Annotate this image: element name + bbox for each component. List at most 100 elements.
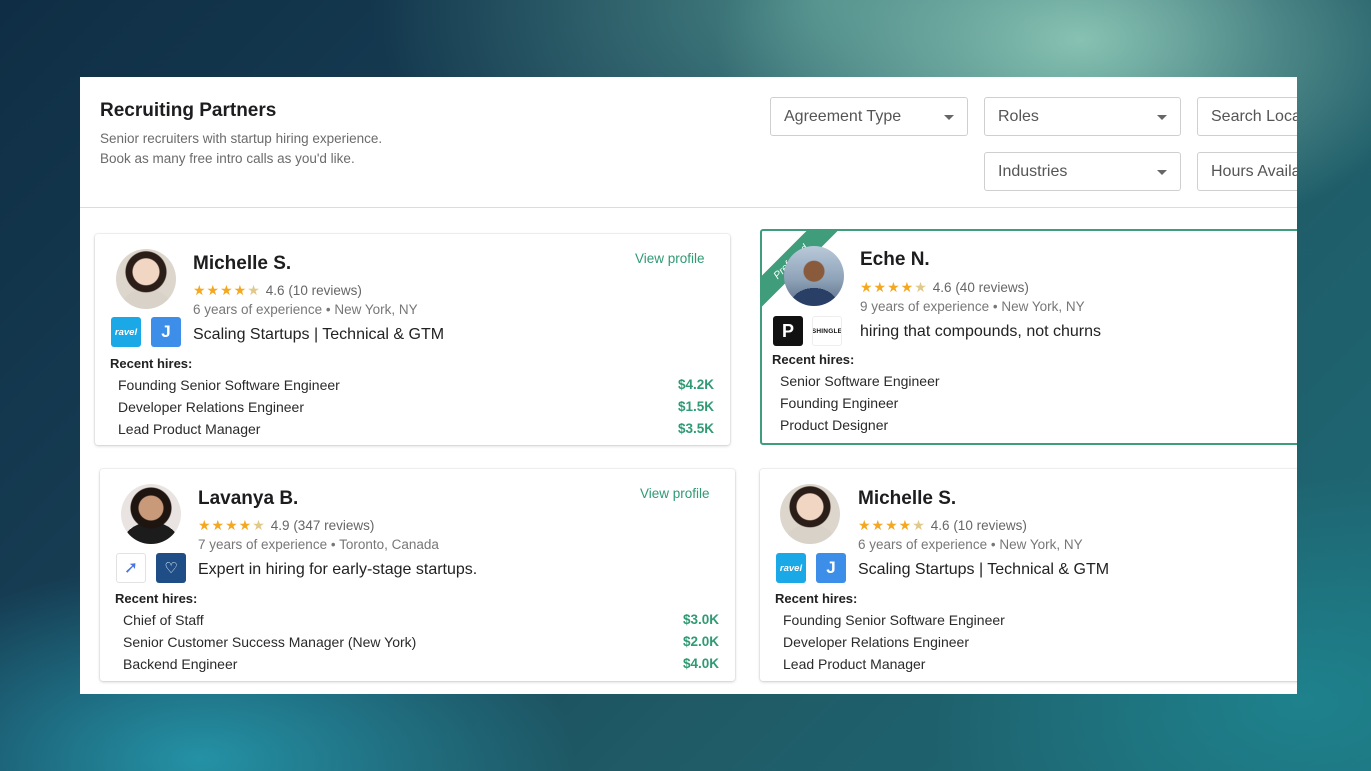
hours-available-dropdown[interactable]: Hours Availa: [1197, 152, 1297, 191]
hire-role: Founding Engineer: [780, 395, 899, 411]
page-header: Recruiting Partners Senior recruiters wi…: [80, 77, 1297, 208]
hire-row: Lead Product Manager $3.5K: [118, 421, 714, 437]
view-profile-link[interactable]: View profile: [635, 251, 705, 266]
chevron-down-icon: [1157, 115, 1167, 120]
hire-role: Founding Senior Software Engineer: [118, 377, 340, 393]
roles-dropdown[interactable]: Roles: [984, 97, 1181, 136]
recruiter-card[interactable]: Michelle S. ★★★★★ 4.6 (10 reviews) 6 yea…: [760, 469, 1297, 681]
hire-row: Developer Relations Engineer: [783, 634, 1183, 650]
hire-row: Lead Product Manager: [783, 656, 1183, 672]
star-rating-icon: ★★★★★: [858, 517, 926, 533]
recruiting-partners-panel: Recruiting Partners Senior recruiters wi…: [80, 77, 1297, 694]
peloton-logo-icon: P: [773, 316, 803, 346]
shingle-logo-icon: SHINGLE: [812, 316, 842, 346]
hire-row: Senior Customer Success Manager (New Yor…: [123, 634, 719, 650]
star-rating-icon: ★★★★★: [198, 517, 266, 533]
recent-hires-label: Recent hires:: [110, 356, 193, 371]
experience-location: 9 years of experience • New York, NY: [860, 299, 1085, 314]
search-location-input[interactable]: Search Loca: [1197, 97, 1297, 136]
arrow-logo-icon: ➚: [116, 553, 146, 583]
hire-role: Developer Relations Engineer: [783, 634, 969, 650]
industries-dropdown[interactable]: Industries: [984, 152, 1181, 191]
industries-label: Industries: [998, 162, 1068, 180]
tagline: Scaling Startups | Technical & GTM: [858, 561, 1110, 578]
hire-row: Senior Software Engineer: [780, 373, 1180, 389]
search-location-placeholder: Search Loca: [1211, 107, 1297, 125]
rating-row: ★★★★★ 4.9 (347 reviews): [198, 517, 374, 534]
rating-row: ★★★★★ 4.6 (10 reviews): [193, 282, 362, 299]
location: New York, NY: [1001, 299, 1085, 314]
experience-location: 7 years of experience • Toronto, Canada: [198, 537, 439, 552]
hire-role: Developer Relations Engineer: [118, 399, 304, 415]
recent-hires-label: Recent hires:: [115, 591, 198, 606]
avatar: [780, 484, 840, 544]
hire-row: Founding Engineer: [780, 395, 1180, 411]
review-count: (10 reviews): [953, 518, 1027, 533]
experience-location: 6 years of experience • New York, NY: [193, 302, 418, 317]
view-profile-link[interactable]: View profile: [640, 486, 710, 501]
hire-role: Lead Product Manager: [783, 656, 926, 672]
rating-row: ★★★★★ 4.6 (40 reviews): [860, 279, 1029, 296]
recruiter-name: Lavanya B.: [198, 488, 299, 509]
avatar: [121, 484, 181, 544]
recruiter-card[interactable]: Lavanya B. ★★★★★ 4.9 (347 reviews) 7 yea…: [100, 469, 735, 681]
chevron-down-icon: [1157, 170, 1167, 175]
rating-value: 4.6: [930, 518, 950, 533]
recent-hires-label: Recent hires:: [775, 591, 858, 606]
hire-row: Developer Relations Engineer $1.5K: [118, 399, 714, 415]
review-count: (10 reviews): [288, 283, 362, 298]
hire-fee: $1.5K: [677, 399, 714, 414]
page-subtitle: Senior recruiters with startup hiring ex…: [100, 129, 382, 169]
location: New York, NY: [999, 537, 1083, 552]
separator-dot: •: [325, 302, 331, 317]
years-experience: 6 years of experience: [193, 302, 323, 317]
recent-hires-label: Recent hires:: [772, 352, 855, 367]
hire-fee: $2.0K: [682, 634, 719, 649]
tagline: Scaling Startups | Technical & GTM: [193, 326, 445, 343]
recruiter-name: Eche N.: [860, 249, 930, 270]
j-logo-icon: J: [151, 317, 181, 347]
j-logo-icon: J: [816, 553, 846, 583]
rating-value: 4.9: [270, 518, 290, 533]
subtitle-line-1: Senior recruiters with startup hiring ex…: [100, 131, 383, 146]
years-experience: 9 years of experience: [860, 299, 990, 314]
separator-dot: •: [992, 299, 998, 314]
hire-role: Senior Software Engineer: [780, 373, 940, 389]
hire-row: Chief of Staff $3.0K: [123, 612, 719, 628]
location: Toronto, Canada: [339, 537, 439, 552]
agreement-type-dropdown[interactable]: Agreement Type: [770, 97, 968, 136]
review-count: (40 reviews): [955, 280, 1029, 295]
heart-logo-icon: ♡: [156, 553, 186, 583]
rating-row: ★★★★★ 4.6 (10 reviews): [858, 517, 1027, 534]
hire-role: Lead Product Manager: [118, 421, 261, 437]
hire-fee: $4.2K: [677, 377, 714, 392]
hire-fee: $4.0K: [682, 656, 719, 671]
hire-fee: $3.0K: [682, 612, 719, 627]
star-rating-icon: ★★★★★: [860, 279, 928, 295]
recruiter-name: Michelle S.: [193, 253, 292, 274]
subtitle-line-2: Book as many free intro calls as you'd l…: [100, 151, 355, 166]
hours-available-label: Hours Availa: [1211, 162, 1297, 180]
page-title: Recruiting Partners: [100, 100, 277, 121]
recruiter-card[interactable]: Michelle S. ★★★★★ 4.6 (10 reviews) 6 yea…: [95, 234, 730, 445]
chevron-down-icon: [944, 115, 954, 120]
rating-value: 4.6: [265, 283, 285, 298]
roles-label: Roles: [998, 107, 1039, 125]
tagline: hiring that compounds, not churns: [860, 323, 1102, 340]
hire-row: Product Designer: [780, 417, 1180, 433]
hire-role: Senior Customer Success Manager (New Yor…: [123, 634, 417, 650]
hire-role: Founding Senior Software Engineer: [783, 612, 1005, 628]
years-experience: 6 years of experience: [858, 537, 988, 552]
experience-location: 6 years of experience • New York, NY: [858, 537, 1083, 552]
review-count: (347 reviews): [293, 518, 375, 533]
hire-row: Backend Engineer $4.0K: [123, 656, 719, 672]
location: New York, NY: [334, 302, 418, 317]
years-experience: 7 years of experience: [198, 537, 328, 552]
hire-row: Founding Senior Software Engineer $4.2K: [118, 377, 714, 393]
rating-value: 4.6: [932, 280, 952, 295]
hire-role: Backend Engineer: [123, 656, 238, 672]
tagline: Expert in hiring for early-stage startup…: [198, 561, 478, 578]
avatar: [116, 249, 176, 309]
hire-fee: $3.5K: [677, 421, 714, 436]
recruiter-card-preferred[interactable]: Preferred Eche N. ★★★★★ 4.6 (40 reviews)…: [760, 229, 1297, 445]
